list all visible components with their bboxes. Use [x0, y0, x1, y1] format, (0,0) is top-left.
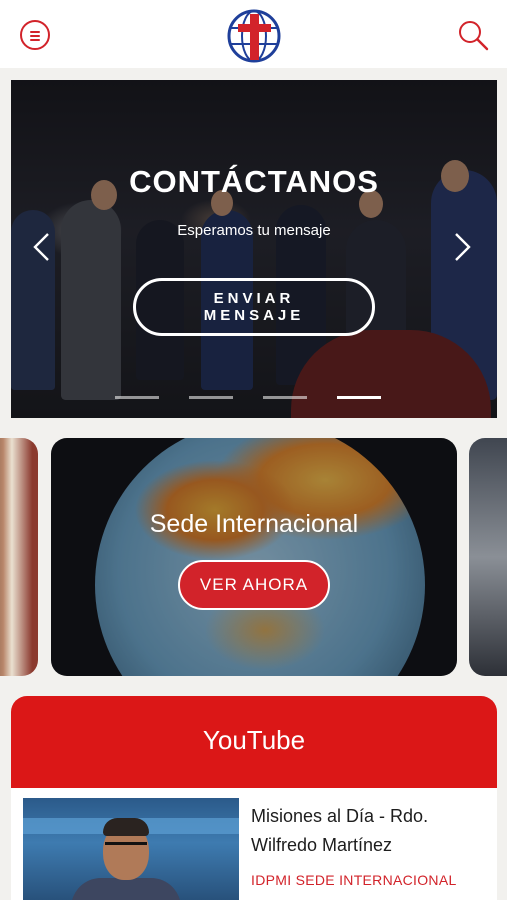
- send-message-line2: MENSAJE: [203, 307, 305, 324]
- hero-slider[interactable]: CONTÁCTANOS Esperamos tu mensaje ENVIAR …: [11, 80, 497, 418]
- video-title[interactable]: Misiones al Día - Rdo. Wilfredo Martínez: [251, 802, 487, 860]
- slide-dot-1[interactable]: [115, 396, 159, 399]
- slide-dot-3[interactable]: [263, 396, 307, 399]
- send-message-line1: ENVIAR: [213, 290, 295, 307]
- chevron-right-icon[interactable]: [451, 232, 473, 262]
- hamburger-menu-icon[interactable]: [20, 20, 50, 50]
- hero-subtitle: Esperamos tu mensaje: [177, 222, 331, 239]
- globe-cross-logo[interactable]: [226, 8, 282, 64]
- youtube-video-item[interactable]: Misiones al Día - Rdo. Wilfredo Martínez…: [11, 788, 497, 900]
- video-channel[interactable]: IDPMI SEDE INTERNACIONAL: [251, 872, 457, 888]
- hero-title: CONTÁCTANOS: [129, 164, 379, 199]
- slide-dot-4[interactable]: [337, 396, 381, 399]
- carousel-card-sede[interactable]: Sede Internacional VER AHORA: [51, 438, 457, 676]
- carousel-card-previous[interactable]: [0, 438, 38, 676]
- search-icon[interactable]: [456, 18, 490, 52]
- youtube-section-title: YouTube: [202, 725, 306, 755]
- chevron-left-icon[interactable]: [31, 232, 53, 262]
- slide-dot-2[interactable]: [189, 396, 233, 399]
- carousel-card-next[interactable]: [469, 438, 507, 676]
- slider-pagination: [11, 396, 497, 400]
- youtube-section-header: YouTube: [11, 696, 497, 788]
- card-title: Sede Internacional: [149, 510, 359, 538]
- video-thumbnail[interactable]: [23, 798, 239, 900]
- send-message-button[interactable]: ENVIAR MENSAJE: [133, 278, 375, 336]
- app-header: [0, 0, 507, 68]
- view-now-button[interactable]: VER AHORA: [178, 560, 330, 610]
